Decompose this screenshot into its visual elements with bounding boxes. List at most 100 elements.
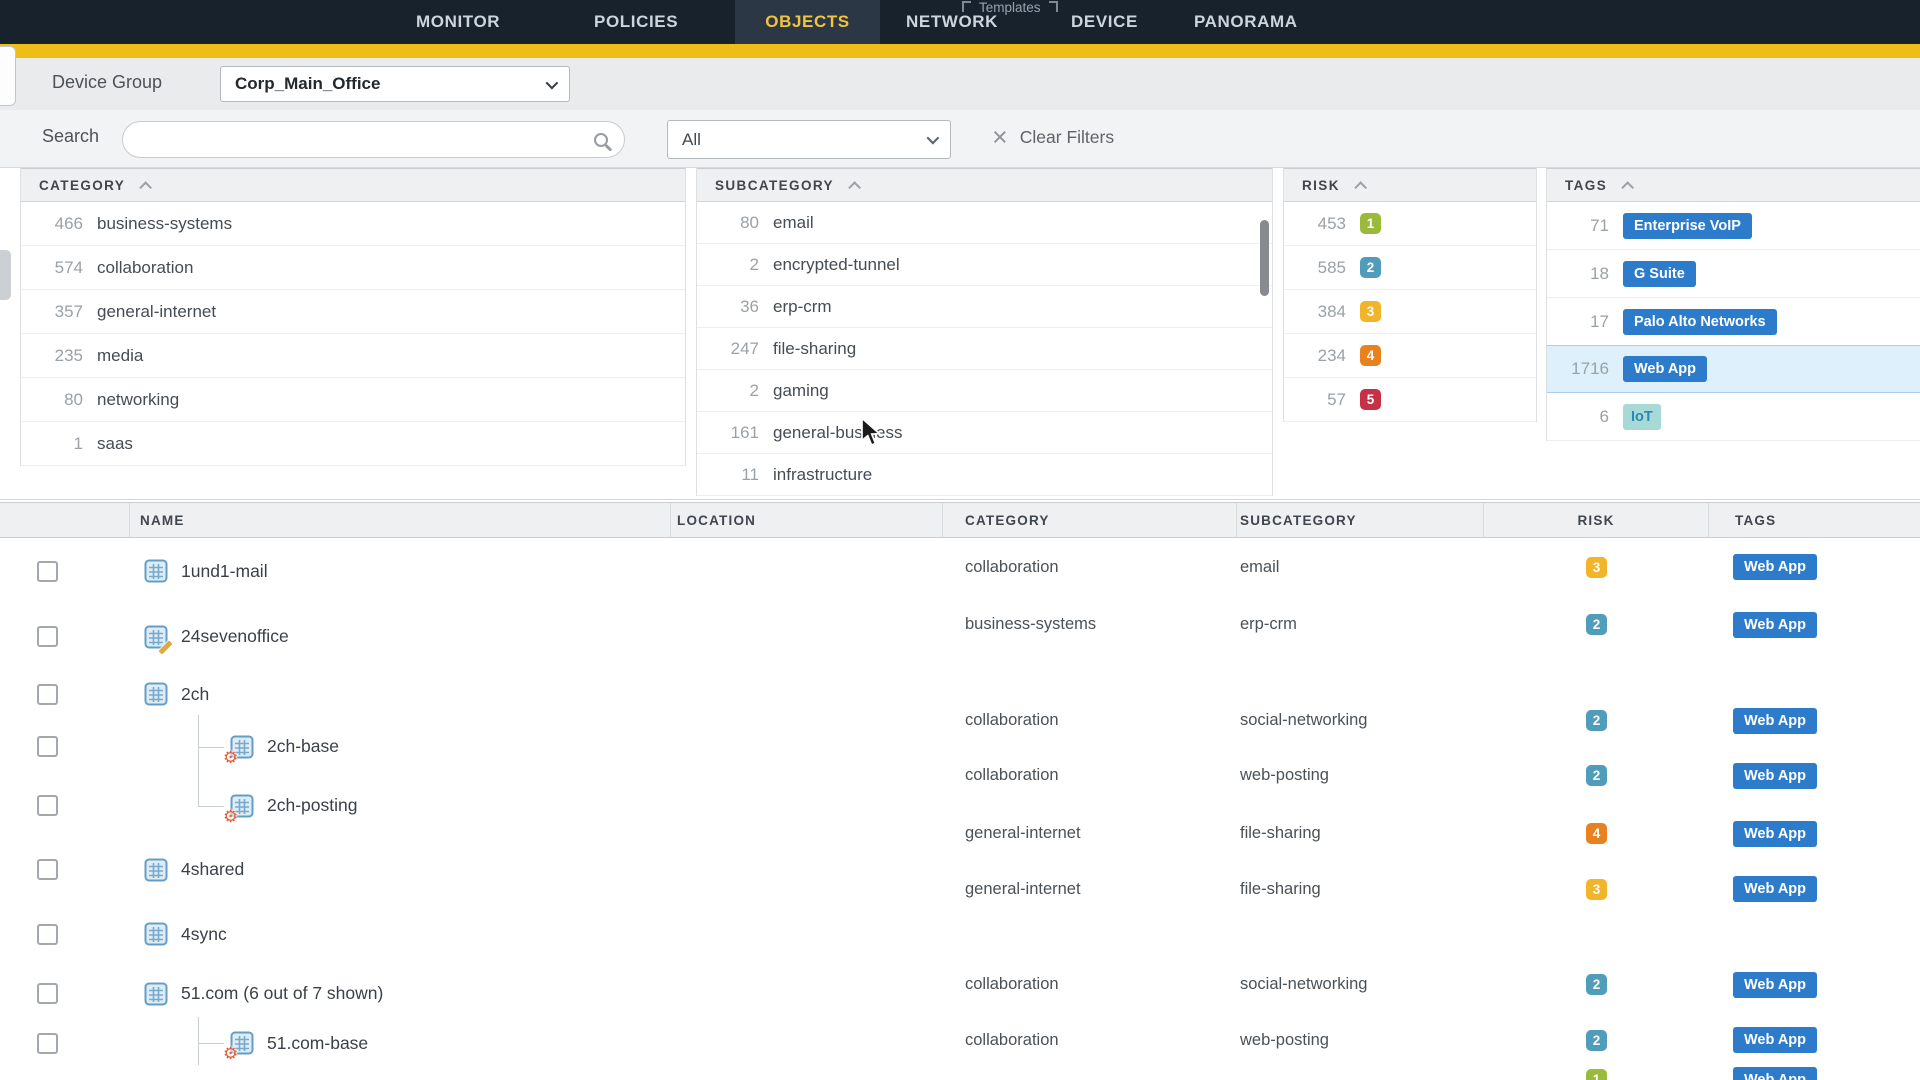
- panel-subcategory-header[interactable]: SUBCATEGORY: [697, 168, 1272, 202]
- filter-item-risk-2[interactable]: 5852: [1284, 246, 1536, 290]
- filter-item-risk-1[interactable]: 4531: [1284, 202, 1536, 246]
- filter-panel-risk: RISK4531585238432344575: [1283, 168, 1537, 422]
- cell-risk: 2: [1484, 592, 1709, 657]
- chevron-up-icon[interactable]: [139, 181, 152, 194]
- table-row-51-com-6-out-of-7-shown[interactable]: 51.com (6 out of 7 shown)collaborationso…: [0, 966, 1920, 1021]
- filter-item-general-internet[interactable]: 357general-internet: [21, 290, 685, 334]
- cell-category: collaboration: [943, 744, 1237, 807]
- table-row-partial[interactable]: 1Web App: [0, 1065, 1920, 1080]
- app-name[interactable]: 51.com-base: [267, 1033, 368, 1054]
- filter-item-media[interactable]: 235media: [21, 334, 685, 378]
- row-checkbox[interactable]: [37, 859, 58, 880]
- app-name[interactable]: 2ch-base: [267, 736, 339, 757]
- table-body: 1und1-mailcollaborationemail3Web App24se…: [0, 538, 1920, 1080]
- row-checkbox[interactable]: [37, 626, 58, 647]
- filter-item-iot[interactable]: 6IoT: [1547, 393, 1920, 441]
- app-name[interactable]: 51.com (6 out of 7 shown): [181, 983, 383, 1004]
- row-checkbox[interactable]: [37, 924, 58, 945]
- column-header-subcategory[interactable]: SUBCATEGORY: [1237, 503, 1484, 537]
- filter-count: 2: [697, 381, 759, 401]
- tag-pill-web-app: Web App: [1733, 821, 1817, 847]
- filter-item-business-systems[interactable]: 466 business-systems: [21, 202, 685, 246]
- tag-pill-web-app: Web App: [1733, 1027, 1817, 1053]
- row-checkbox[interactable]: [37, 1033, 58, 1054]
- filter-item-risk-4[interactable]: 2344: [1284, 334, 1536, 378]
- cell-risk: 1: [1484, 1057, 1709, 1080]
- nav-tab-objects[interactable]: OBJECTS: [735, 0, 880, 44]
- app-name[interactable]: 4sync: [181, 924, 227, 945]
- row-checkbox[interactable]: [37, 561, 58, 582]
- filter-item-erp-crm[interactable]: 36erp-crm: [697, 286, 1272, 328]
- tag-pill-web-app: Web App: [1733, 763, 1817, 789]
- filter-item-saas[interactable]: 1saas: [21, 422, 685, 466]
- filter-item-gaming[interactable]: 2gaming: [697, 370, 1272, 412]
- chevron-up-icon[interactable]: [848, 181, 861, 194]
- column-header-name[interactable]: NAME: [130, 503, 671, 537]
- device-group-select[interactable]: Corp_Main_Office: [220, 66, 570, 102]
- filter-item-risk-3[interactable]: 3843: [1284, 290, 1536, 334]
- filter-count: 466: [21, 214, 83, 234]
- row-checkbox[interactable]: [37, 983, 58, 1004]
- chevron-up-icon[interactable]: [1621, 181, 1634, 194]
- search-input[interactable]: [137, 125, 580, 155]
- column-header-checkbox: [0, 503, 130, 537]
- cell-category: business-systems: [943, 592, 1237, 657]
- app-name[interactable]: 24sevenoffice: [181, 626, 289, 647]
- filter-item-networking[interactable]: 80networking: [21, 378, 685, 422]
- panel-collapse-handle[interactable]: [0, 250, 11, 300]
- cell-tags: Web App: [1709, 1018, 1920, 1062]
- app-name[interactable]: 2ch: [181, 684, 209, 705]
- row-checkbox[interactable]: [37, 684, 58, 705]
- tag-pill-web-app: Web App: [1733, 612, 1817, 638]
- filter-item-risk-5[interactable]: 575: [1284, 378, 1536, 422]
- column-header-location[interactable]: LOCATION: [671, 503, 943, 537]
- nav-tab-monitor[interactable]: MONITOR: [416, 0, 500, 44]
- cell-location: [671, 534, 943, 600]
- table-row-24sevenoffice[interactable]: 24sevenofficebusiness-systemserp-crm2Web…: [0, 604, 1920, 669]
- filter-scope-value: All: [682, 130, 701, 150]
- filter-item-general-business[interactable]: 161general-business: [697, 412, 1272, 454]
- filter-label: saas: [97, 434, 133, 454]
- filter-item-enterprise-voip[interactable]: 71Enterprise VoIP: [1547, 202, 1920, 250]
- column-header-category[interactable]: CATEGORY: [943, 503, 1237, 537]
- risk-badge-2: 2: [1360, 257, 1381, 278]
- filter-item-encrypted-tunnel[interactable]: 2encrypted-tunnel: [697, 244, 1272, 286]
- chevron-up-icon[interactable]: [1354, 181, 1367, 194]
- filter-item-email[interactable]: 80email: [697, 202, 1272, 244]
- filter-item-file-sharing[interactable]: 247file-sharing: [697, 328, 1272, 370]
- filter-count: 357: [21, 302, 83, 322]
- app-name[interactable]: 4shared: [181, 859, 244, 880]
- clear-filters-button[interactable]: × Clear Filters: [992, 123, 1114, 151]
- search-label: Search: [42, 126, 99, 147]
- cell-tags: Web App: [1709, 693, 1920, 748]
- row-checkbox[interactable]: [37, 795, 58, 816]
- column-header-tags[interactable]: TAGS: [1709, 503, 1920, 537]
- row-checkbox[interactable]: [37, 736, 58, 757]
- risk-badge-2: 2: [1586, 614, 1607, 635]
- cell-risk: 2: [1484, 693, 1709, 748]
- risk-badge-4: 4: [1586, 823, 1607, 844]
- panel-tags-header[interactable]: TAGS: [1547, 168, 1920, 202]
- cell-category: general-internet: [943, 857, 1237, 921]
- app-name[interactable]: 1und1-mail: [181, 561, 268, 582]
- filter-item-collaboration[interactable]: 574collaboration: [21, 246, 685, 290]
- filter-item-palo-alto-networks[interactable]: 17Palo Alto Networks: [1547, 298, 1920, 346]
- filter-label: business-systems: [97, 214, 232, 234]
- filter-panels: CATEGORY 466 business-systems 574collaborat…: [0, 168, 1920, 500]
- filter-scope-select[interactable]: All: [667, 120, 951, 159]
- subcategory-scrollbar[interactable]: [1260, 220, 1269, 296]
- app-custom-icon: [144, 625, 168, 649]
- filter-panel-category: CATEGORY 466 business-systems 574collaborat…: [20, 168, 686, 466]
- column-header-risk[interactable]: RISK: [1484, 503, 1709, 537]
- filter-item-g-suite[interactable]: 18G Suite: [1547, 250, 1920, 298]
- panel-category-header[interactable]: CATEGORY: [21, 168, 685, 202]
- chevron-down-icon: [927, 132, 940, 145]
- panel-risk-header[interactable]: RISK: [1284, 168, 1536, 202]
- nav-tab-policies[interactable]: POLICIES: [594, 0, 678, 44]
- nav-tab-panorama[interactable]: PANORAMA: [1194, 0, 1298, 44]
- gear-icon: ⚙: [223, 808, 238, 825]
- app-name[interactable]: 2ch-posting: [267, 795, 357, 816]
- search-field[interactable]: [122, 121, 625, 158]
- filter-item-infrastructure[interactable]: 11infrastructure: [697, 454, 1272, 496]
- filter-item-web-app[interactable]: 1716Web App: [1547, 345, 1920, 393]
